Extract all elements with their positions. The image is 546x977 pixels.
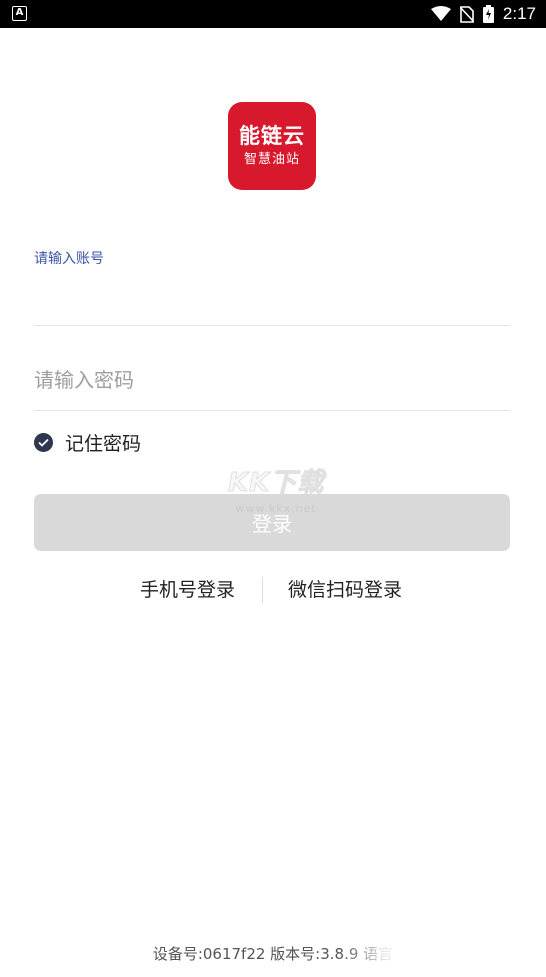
account-field: 请输入账号 (34, 248, 510, 326)
checkbox-checked-icon[interactable] (34, 432, 53, 452)
wechat-scan-login-link[interactable]: 微信扫码登录 (288, 574, 402, 606)
remember-password-toggle[interactable]: 记住密码 (34, 428, 141, 456)
alternative-login: 手机号登录 微信扫码登录 (0, 574, 546, 606)
status-icons: 2:17 (430, 0, 536, 28)
status-time: 2:17 (502, 4, 536, 23)
status-bar: A 2:17 (0, 0, 546, 28)
battery-charging-icon (482, 5, 494, 23)
account-input[interactable] (34, 278, 510, 318)
app-notification-icon: A (12, 6, 27, 21)
phone-login-link[interactable]: 手机号登录 (140, 574, 235, 606)
divider (262, 577, 263, 603)
login-button[interactable]: 登录 (34, 494, 510, 551)
app-logo: 能链云 智慧油站 (228, 102, 316, 190)
wifi-icon (430, 6, 451, 22)
remember-password-label: 记住密码 (65, 432, 142, 455)
no-sim-icon (459, 5, 474, 23)
device-version-info: 设备号:0617f22 版本号:3.8.9 语言 (152, 945, 394, 963)
password-input[interactable] (34, 360, 510, 400)
logo-subtitle: 智慧油站 (243, 152, 300, 167)
account-label: 请输入账号 (34, 251, 104, 267)
logo-title: 能链云 (239, 124, 305, 148)
password-field (34, 350, 510, 411)
